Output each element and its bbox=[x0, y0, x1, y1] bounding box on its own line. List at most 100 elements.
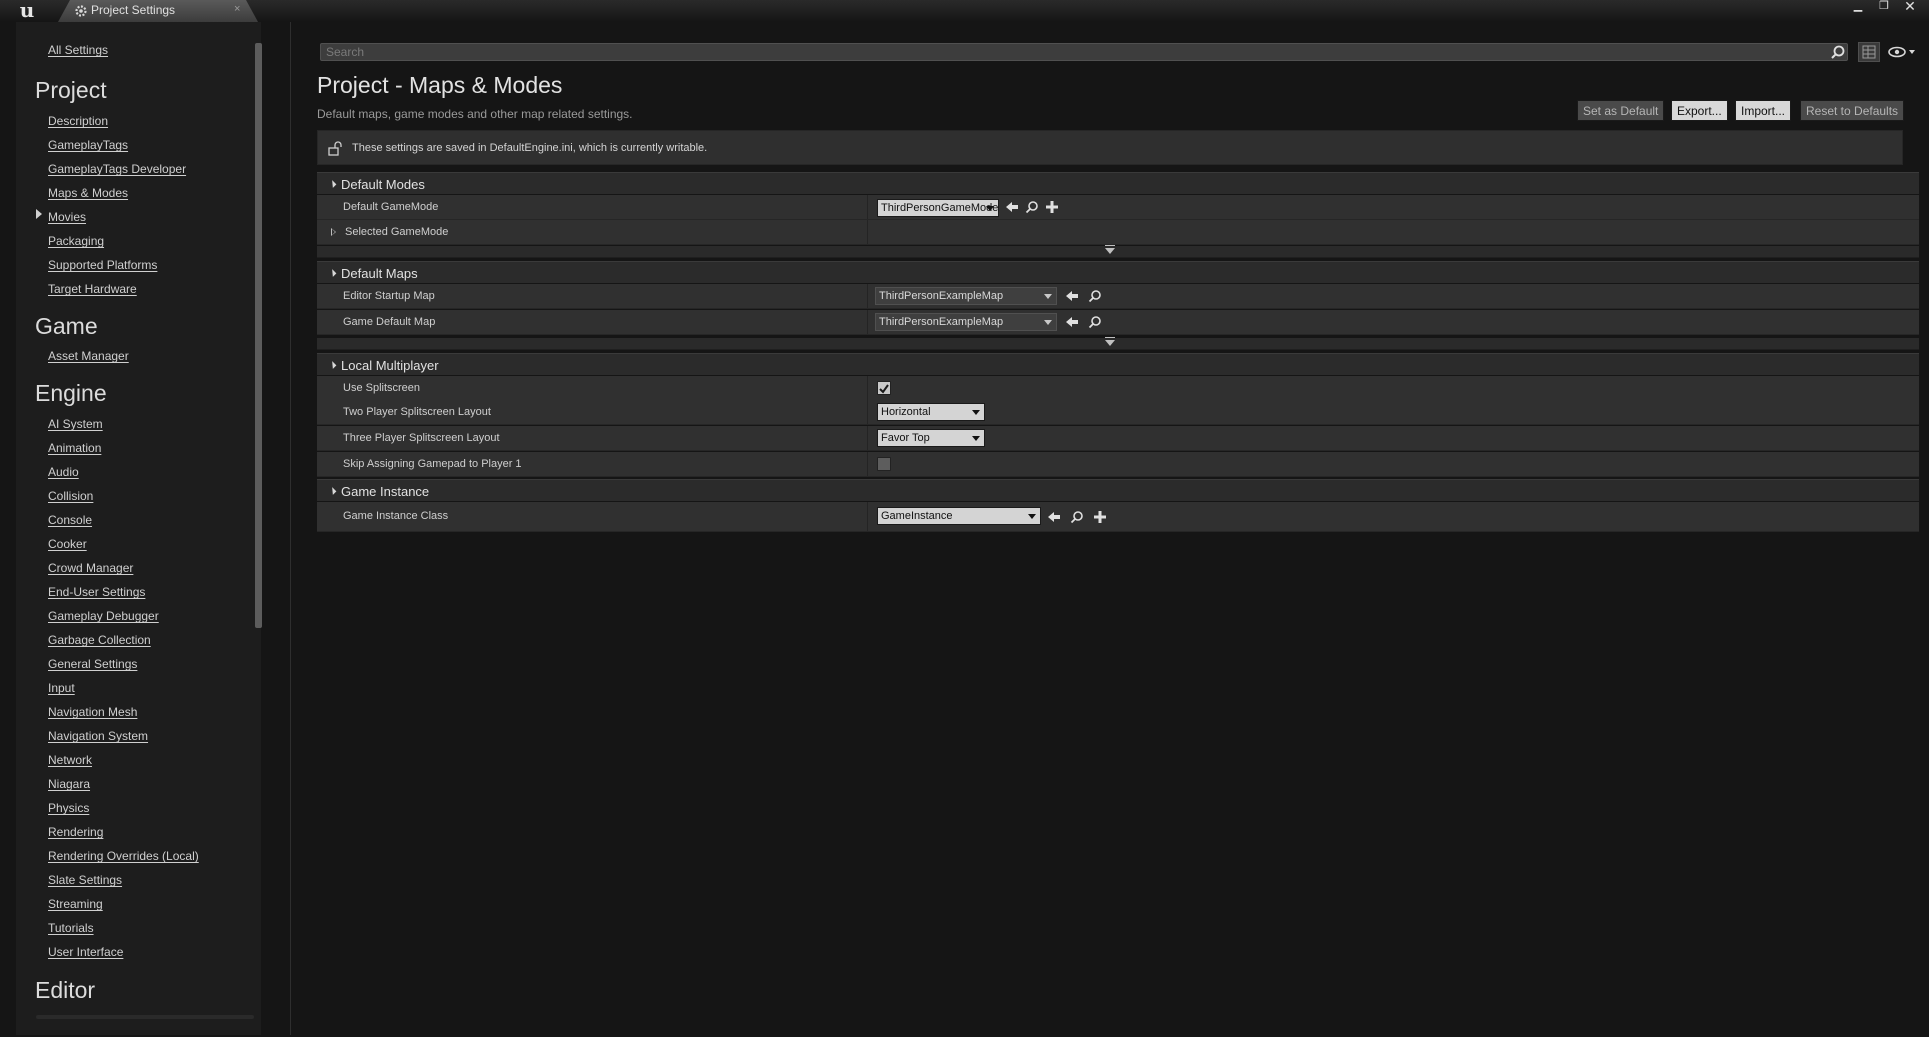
column-splitter[interactable] bbox=[867, 376, 868, 400]
row-default-gamemode: Default GameMode ThirdPersonGameMode bbox=[317, 195, 1919, 220]
nav-item-supported-platforms[interactable]: Supported Platforms bbox=[48, 258, 157, 272]
nav-item-gameplaytags[interactable]: GameplayTags bbox=[48, 138, 128, 152]
use-selected-arrow-icon[interactable] bbox=[1065, 315, 1079, 329]
category-game-instance[interactable]: Game Instance bbox=[317, 479, 1919, 501]
column-splitter[interactable] bbox=[867, 310, 868, 334]
nav-item-navigation-system[interactable]: Navigation System bbox=[48, 729, 148, 743]
nav-item-collision[interactable]: Collision bbox=[48, 489, 93, 503]
row-label: Editor Startup Map bbox=[343, 290, 435, 302]
row-label: Default GameMode bbox=[343, 201, 439, 213]
search-icon[interactable] bbox=[1830, 44, 1846, 60]
game-default-map-combo[interactable]: ThirdPersonExampleMap bbox=[875, 313, 1057, 331]
category-local-multiplayer[interactable]: Local Multiplayer bbox=[317, 353, 1919, 375]
nav-item-target-hardware[interactable]: Target Hardware bbox=[48, 282, 137, 296]
nav-item-rendering[interactable]: Rendering bbox=[48, 825, 103, 839]
nav-item-niagara[interactable]: Niagara bbox=[48, 777, 90, 791]
column-splitter[interactable] bbox=[867, 452, 868, 476]
chevron-down-icon bbox=[986, 206, 994, 211]
nav-item-streaming[interactable]: Streaming bbox=[48, 897, 103, 911]
two-player-layout-combo[interactable]: Horizontal bbox=[877, 403, 985, 421]
unreal-logo-icon: u bbox=[19, 0, 35, 22]
nav-item-maps-modes[interactable]: Maps & Modes bbox=[48, 186, 128, 200]
add-new-plus-icon[interactable] bbox=[1045, 200, 1059, 214]
tab-label: Project Settings bbox=[91, 3, 176, 17]
use-selected-arrow-icon[interactable] bbox=[1047, 510, 1061, 524]
search-input[interactable] bbox=[320, 43, 1848, 61]
row-game-instance-class: Game Instance Class GameInstance bbox=[317, 502, 1919, 532]
skip-gamepad-checkbox[interactable] bbox=[877, 457, 891, 471]
default-gamemode-combo[interactable]: ThirdPersonGameMode bbox=[877, 199, 999, 217]
browse-search-icon[interactable] bbox=[1088, 289, 1102, 303]
nav-item-asset-manager[interactable]: Asset Manager bbox=[48, 349, 129, 363]
advanced-expander[interactable] bbox=[317, 337, 1919, 350]
reset-to-defaults-button[interactable]: Reset to Defaults bbox=[1800, 100, 1905, 121]
nav-item-cooker[interactable]: Cooker bbox=[48, 537, 87, 551]
editor-startup-map-combo[interactable]: ThirdPersonExampleMap bbox=[875, 287, 1057, 305]
use-selected-arrow-icon[interactable] bbox=[1005, 200, 1019, 214]
nav-horizontal-scrollbar[interactable] bbox=[36, 1015, 254, 1019]
nav-item-slate-settings[interactable]: Slate Settings bbox=[48, 873, 122, 887]
chevron-down-icon bbox=[1044, 320, 1052, 325]
browse-search-icon[interactable] bbox=[1070, 510, 1084, 524]
nav-vertical-scrollbar[interactable] bbox=[255, 43, 262, 628]
view-options-eye-icon[interactable] bbox=[1887, 45, 1917, 59]
column-splitter[interactable] bbox=[867, 220, 868, 244]
nav-item-packaging[interactable]: Packaging bbox=[48, 234, 104, 248]
window-controls: ▁ ❐ ✕ bbox=[1845, 0, 1923, 14]
advanced-expander[interactable] bbox=[317, 245, 1919, 258]
import-button[interactable]: Import... bbox=[1735, 100, 1792, 121]
nav-heading-editor: Editor bbox=[35, 977, 96, 1003]
nav-item-input[interactable]: Input bbox=[48, 681, 75, 695]
unlocked-icon bbox=[328, 141, 342, 156]
game-instance-class-combo[interactable]: GameInstance bbox=[877, 507, 1041, 525]
nav-item-user-interface[interactable]: User Interface bbox=[48, 945, 123, 959]
nav-item-gameplaytags-developer[interactable]: GameplayTags Developer bbox=[48, 162, 186, 176]
nav-item-description[interactable]: Description bbox=[48, 114, 108, 128]
minimize-button[interactable]: ▁ bbox=[1845, 0, 1871, 14]
nav-item-rendering-overrides-local[interactable]: Rendering Overrides (Local) bbox=[48, 849, 199, 863]
browse-search-icon[interactable] bbox=[1025, 200, 1039, 214]
table-view-toggle[interactable] bbox=[1858, 42, 1880, 62]
maximize-button[interactable]: ❐ bbox=[1871, 0, 1897, 14]
nav-item-network[interactable]: Network bbox=[48, 753, 92, 767]
category-default-maps[interactable]: Default Maps bbox=[317, 261, 1919, 283]
nav-heading-game: Game bbox=[35, 313, 98, 339]
column-splitter[interactable] bbox=[867, 284, 868, 308]
close-window-button[interactable]: ✕ bbox=[1897, 0, 1923, 14]
nav-item-end-user-settings[interactable]: End-User Settings bbox=[48, 585, 145, 599]
tab-close-icon[interactable]: × bbox=[234, 3, 240, 15]
use-selected-arrow-icon[interactable] bbox=[1065, 289, 1079, 303]
nav-all-settings[interactable]: All Settings bbox=[48, 43, 108, 57]
nav-item-tutorials[interactable]: Tutorials bbox=[48, 921, 94, 935]
column-splitter[interactable] bbox=[867, 426, 868, 450]
set-as-default-button[interactable]: Set as Default bbox=[1577, 100, 1665, 121]
nav-item-general-settings[interactable]: General Settings bbox=[48, 657, 137, 671]
add-new-plus-icon[interactable] bbox=[1093, 510, 1107, 524]
nav-item-console[interactable]: Console bbox=[48, 513, 92, 527]
column-splitter[interactable] bbox=[867, 400, 868, 424]
panel-divider[interactable] bbox=[290, 22, 291, 1035]
config-info-bar: These settings are saved in DefaultEngin… bbox=[317, 130, 1903, 165]
browse-search-icon[interactable] bbox=[1088, 315, 1102, 329]
nav-item-animation[interactable]: Animation bbox=[48, 441, 101, 455]
nav-item-navigation-mesh[interactable]: Navigation Mesh bbox=[48, 705, 137, 719]
row-selected-gamemode[interactable]: Selected GameMode bbox=[317, 220, 1919, 245]
combo-value: ThirdPersonExampleMap bbox=[879, 290, 1004, 302]
category-default-modes[interactable]: Default Modes bbox=[317, 172, 1919, 194]
column-splitter[interactable] bbox=[867, 195, 868, 219]
nav-item-crowd-manager[interactable]: Crowd Manager bbox=[48, 561, 133, 575]
row-use-splitscreen: Use Splitscreen bbox=[317, 376, 1919, 401]
three-player-layout-combo[interactable]: Favor Top bbox=[877, 429, 985, 447]
nav-item-gameplay-debugger[interactable]: Gameplay Debugger bbox=[48, 609, 159, 623]
nav-item-ai-system[interactable]: AI System bbox=[48, 417, 103, 431]
column-splitter[interactable] bbox=[867, 502, 868, 531]
nav-item-audio[interactable]: Audio bbox=[48, 465, 79, 479]
nav-item-physics[interactable]: Physics bbox=[48, 801, 89, 815]
expand-arrow-icon[interactable] bbox=[331, 228, 336, 236]
tab-project-settings[interactable]: Project Settings × bbox=[58, 0, 258, 22]
category-title: Default Maps bbox=[341, 266, 418, 281]
use-splitscreen-checkbox[interactable] bbox=[877, 381, 891, 395]
export-button[interactable]: Export... bbox=[1671, 100, 1728, 121]
nav-item-garbage-collection[interactable]: Garbage Collection bbox=[48, 633, 151, 647]
nav-item-movies[interactable]: Movies bbox=[48, 210, 86, 224]
